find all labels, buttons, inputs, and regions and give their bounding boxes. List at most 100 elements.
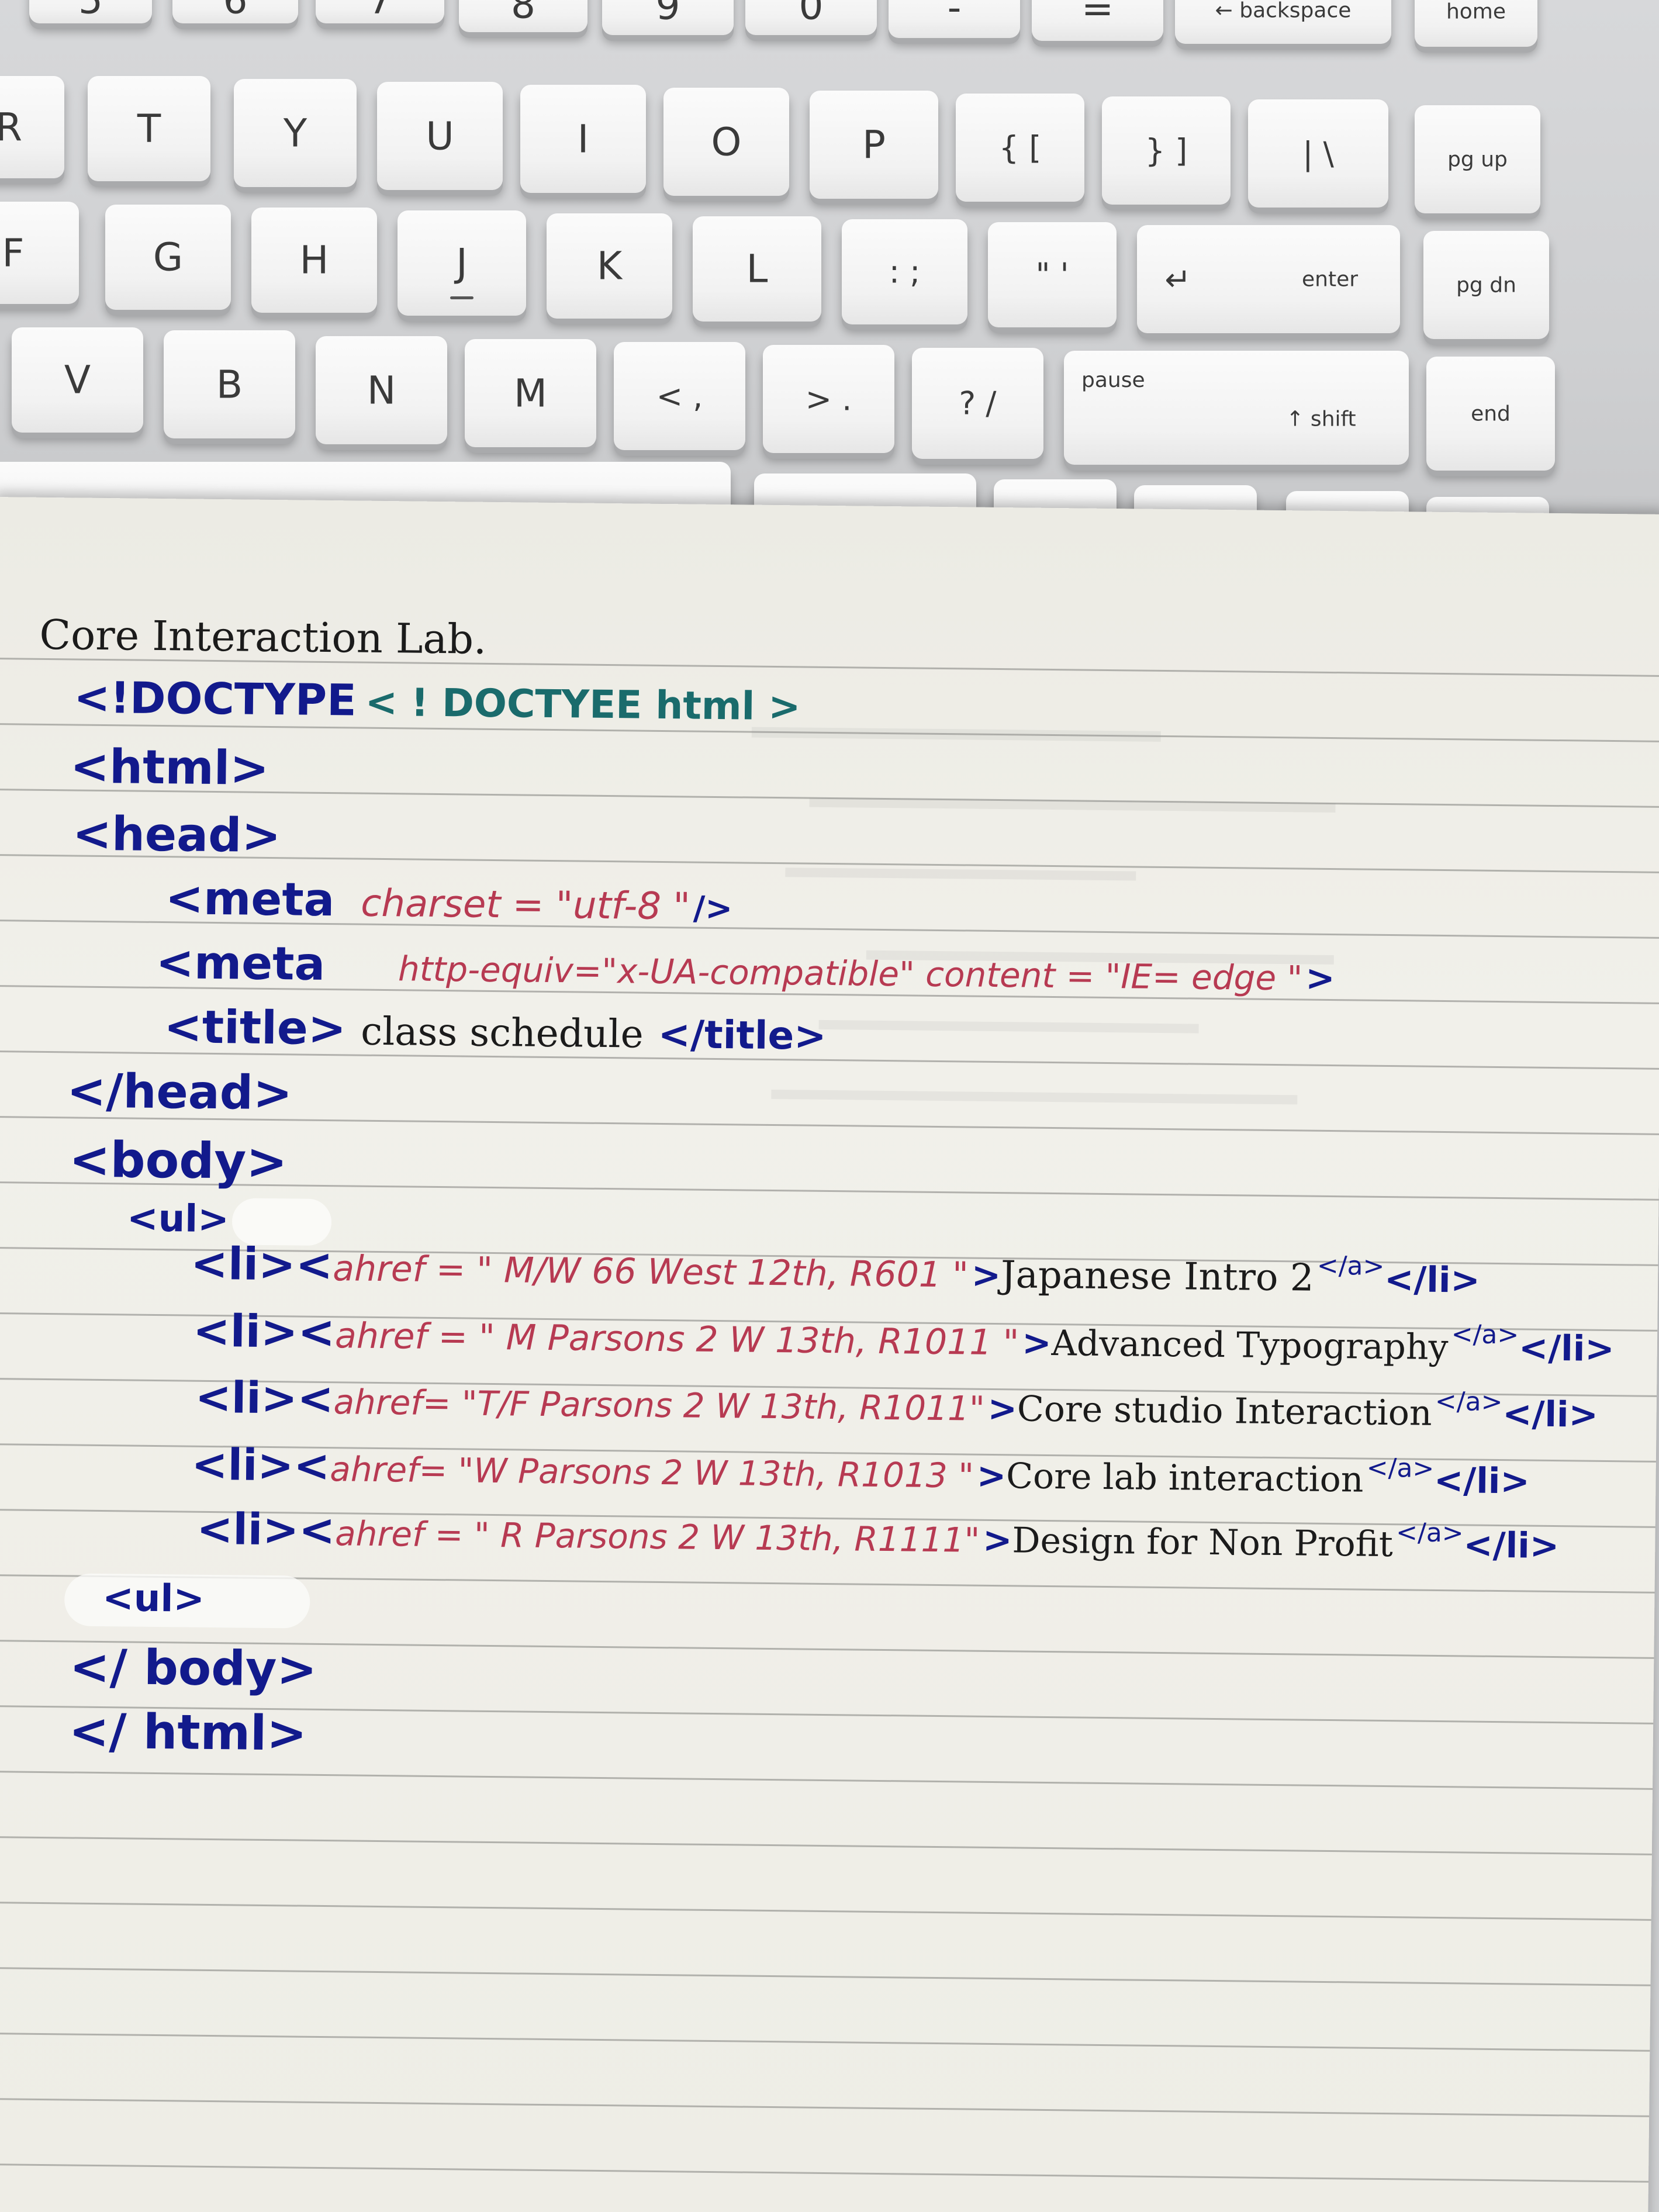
ruled-line	[0, 2032, 1650, 2052]
key-enter[interactable]: ↵ enter	[1137, 225, 1400, 333]
key-shift-right[interactable]: pause ↑ shift	[1064, 351, 1409, 465]
li-gt: >	[987, 1388, 1018, 1430]
key-slash[interactable]: ? /	[912, 348, 1043, 459]
head-open-tag: <head>	[72, 806, 281, 863]
title-line: <title> class schedule </title>	[164, 1001, 827, 1059]
meta1-close: />	[693, 889, 733, 928]
li-a-close: </a>	[1451, 1319, 1519, 1350]
li-label: Design for Non Profit	[1012, 1520, 1394, 1565]
key-0[interactable]: 0	[745, 0, 877, 35]
li-a-close: </a>	[1366, 1453, 1435, 1484]
key-minus[interactable]: -	[889, 0, 1020, 38]
key-8[interactable]: 8	[459, 0, 587, 32]
li-open: <li><	[196, 1504, 336, 1556]
li-close: </li>	[1433, 1460, 1530, 1502]
key-h[interactable]: H	[251, 208, 377, 313]
li-gt: >	[971, 1254, 1001, 1297]
li-a-close: </a>	[1316, 1250, 1385, 1281]
li-label: Core lab interaction	[1005, 1456, 1364, 1501]
li-href: ahref= "T/F Parsons 2 W 13th, R1011"	[333, 1382, 985, 1429]
key-end[interactable]: end	[1426, 357, 1555, 471]
key-y[interactable]: Y	[234, 79, 357, 187]
key-bracket-right[interactable]: } ]	[1102, 96, 1231, 205]
ruled-line	[0, 2097, 1650, 2117]
ul-open-tag: <ul>	[126, 1197, 230, 1242]
li-close: </li>	[1463, 1525, 1560, 1567]
list-item: <li><ahref = " M Parsons 2 W 13th, R1011…	[193, 1305, 1615, 1370]
meta-charset-line: <meta charset = "utf-8 " />	[165, 872, 733, 929]
ruled-line	[0, 1901, 1651, 1921]
li-a-close: </a>	[1435, 1386, 1503, 1418]
html-close-tag: </ html>	[68, 1703, 307, 1762]
title-close-tag: </title>	[658, 1011, 827, 1059]
li-close: </li>	[1384, 1259, 1481, 1301]
key-b[interactable]: B	[164, 330, 295, 438]
li-gt: >	[1021, 1322, 1052, 1364]
key-g[interactable]: G	[105, 205, 231, 310]
key-home[interactable]: home	[1415, 0, 1537, 47]
body-open-tag: <body>	[68, 1131, 288, 1191]
key-bracket-left[interactable]: { [	[956, 94, 1084, 202]
correction-fluid-mark	[231, 1198, 332, 1246]
key-k[interactable]: K	[547, 213, 672, 319]
list-item: <li><ahref= "W Parsons 2 W 13th, R1013 "…	[191, 1439, 1530, 1502]
html-open-tag: <html>	[70, 739, 269, 796]
li-a-close: </a>	[1395, 1518, 1464, 1549]
ruled-line	[0, 1770, 1653, 1790]
key-m[interactable]: M	[465, 339, 596, 447]
body-close-tag: </ body>	[69, 1639, 317, 1698]
key-v[interactable]: V	[12, 327, 143, 433]
head-close-tag: </head>	[66, 1063, 293, 1121]
li-gt: >	[982, 1519, 1012, 1561]
doctype-line: <!DOCTYPE < ! DOCTYEE html >	[74, 672, 801, 730]
key-5[interactable]: 5	[29, 0, 152, 23]
list-item: <li><ahref= "T/F Parsons 2 W 13th, R1011…	[195, 1372, 1598, 1436]
key-semicolon[interactable]: : ;	[842, 219, 967, 324]
ul-close-tag: <ul>	[102, 1577, 205, 1621]
key-pgdn[interactable]: pg dn	[1423, 231, 1549, 339]
doctype-rest: < ! DOCTYEE html >	[365, 679, 801, 730]
key-i[interactable]: I	[520, 85, 646, 193]
key-period[interactable]: > .	[763, 345, 894, 453]
li-open: <li><	[191, 1439, 330, 1492]
home-row-bump	[450, 296, 473, 299]
li-href: ahref = " M/W 66 West 12th, R601 "	[332, 1248, 969, 1296]
meta2-tag: <meta	[155, 936, 326, 991]
li-label: Japanese Intro 2	[1000, 1253, 1314, 1300]
li-open: <li><	[190, 1237, 333, 1291]
key-pgup[interactable]: pg up	[1415, 105, 1540, 213]
key-backslash[interactable]: | \	[1248, 99, 1388, 208]
meta1-tag: <meta	[165, 872, 335, 927]
key-t[interactable]: T	[88, 76, 210, 181]
li-href: ahref = " R Parsons 2 W 13th, R1111"	[334, 1513, 980, 1560]
key-equals[interactable]: =	[1032, 0, 1163, 41]
key-j[interactable]: J	[398, 210, 526, 316]
li-label: Core studio Interaction	[1017, 1388, 1433, 1434]
key-quote[interactable]: " '	[988, 222, 1117, 327]
title-open-tag: <title>	[164, 1001, 347, 1056]
key-backspace[interactable]: ← backspace	[1175, 0, 1391, 44]
doctype-tag: <!DOCTYPE	[73, 672, 357, 726]
list-item: <li><ahref = " R Parsons 2 W 13th, R1111…	[196, 1504, 1560, 1567]
key-r[interactable]: R	[0, 76, 64, 178]
li-href: ahref= "W Parsons 2 W 13th, R1013 "	[330, 1449, 974, 1496]
key-7[interactable]: 7	[316, 0, 444, 23]
key-p[interactable]: P	[810, 91, 938, 199]
li-open: <li><	[195, 1372, 334, 1425]
key-u[interactable]: U	[377, 82, 503, 190]
key-n[interactable]: N	[316, 336, 447, 444]
key-o[interactable]: O	[663, 88, 789, 196]
key-9[interactable]: 9	[602, 0, 734, 35]
key-f[interactable]: F	[0, 202, 79, 304]
ruled-line	[0, 1836, 1652, 1855]
li-open: <li><	[192, 1304, 336, 1359]
ruled-line	[0, 1966, 1651, 1986]
meta1-attr: charset = "utf-8 "	[360, 882, 691, 929]
key-6[interactable]: 6	[172, 0, 298, 23]
photo-scene: 5 6 7 8 9 0 - = ← backspace home R T Y U…	[0, 0, 1659, 2212]
ruled-line	[0, 2163, 1648, 2183]
key-comma[interactable]: < ,	[614, 342, 745, 450]
key-l[interactable]: L	[693, 216, 821, 322]
laptop-keyboard: 5 6 7 8 9 0 - = ← backspace home R T Y U…	[0, 0, 1659, 585]
meta2-close: >	[1305, 958, 1335, 1000]
